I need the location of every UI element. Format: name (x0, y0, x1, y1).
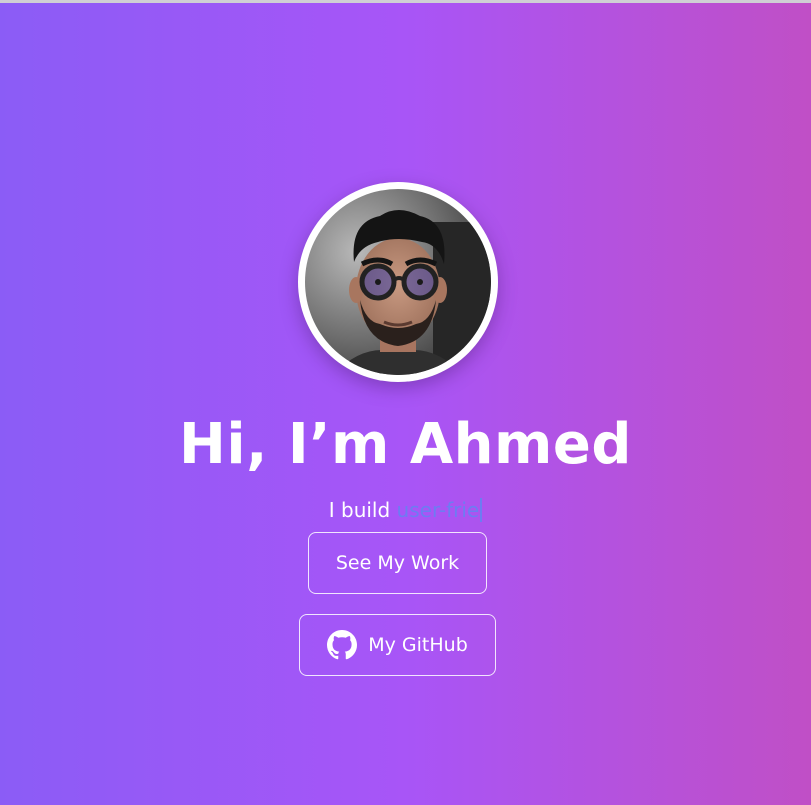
tagline-typed-text: user-frie (396, 498, 480, 522)
tagline-prefix: I build (328, 498, 397, 522)
github-label: My GitHub (368, 634, 468, 656)
see-my-work-button[interactable]: See My Work (308, 532, 487, 594)
see-my-work-label: See My Work (335, 552, 460, 574)
hero-tagline: I build user-frie (0, 494, 811, 526)
typing-caret (480, 498, 483, 522)
hero-section: Hi, I’m Ahmed I build user-frie See My W… (0, 0, 811, 805)
github-icon (327, 630, 358, 660)
avatar-photo (301, 185, 495, 379)
hero-title: Hi, I’m Ahmed (179, 412, 632, 477)
github-button[interactable]: My GitHub (299, 614, 496, 676)
avatar (298, 182, 498, 382)
